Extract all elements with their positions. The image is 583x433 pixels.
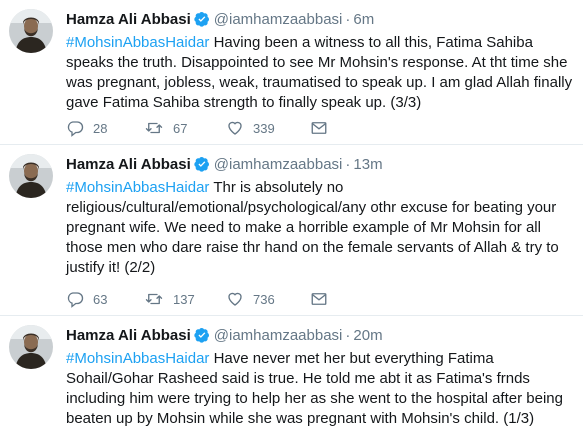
tweet-text: #MohsinAbbasHaidar Having been a witness… [66, 33, 575, 113]
like-button[interactable]: 339 [226, 119, 310, 137]
retweet-count: 67 [173, 120, 188, 136]
avatar[interactable] [9, 9, 53, 53]
retweet-button[interactable]: 137 [144, 290, 226, 308]
separator: · [345, 11, 351, 28]
like-count: 339 [253, 120, 275, 136]
retweet-icon [145, 293, 163, 305]
retweet-button[interactable]: 67 [144, 119, 226, 137]
verified-badge-icon [194, 327, 210, 348]
reply-button[interactable]: 28 [66, 119, 144, 137]
reply-count: 63 [93, 291, 108, 307]
retweet-icon [145, 122, 163, 134]
separator: · [345, 156, 351, 173]
envelope-icon [311, 293, 327, 305]
author-name[interactable]: Hamza Ali Abbasi [66, 156, 191, 173]
avatar[interactable] [9, 154, 53, 198]
direct-message-button[interactable] [310, 119, 328, 137]
like-button[interactable]: 736 [226, 290, 310, 308]
tweet-actions: 28 67 339 [66, 119, 328, 137]
tweet-actions: 63 137 736 [66, 290, 328, 308]
direct-message-button[interactable] [310, 290, 328, 308]
author-handle[interactable]: @iamhamzaabbasi [214, 11, 343, 28]
reply-count: 28 [93, 120, 108, 136]
tweet-timeline: Hamza Ali Abbasi @iamhamzaabbasi · 6m #Mohs… [0, 0, 583, 433]
tweet[interactable]: Hamza Ali Abbasi @iamhamzaabbasi · 13m #Moh… [0, 145, 583, 316]
heart-icon [228, 292, 242, 306]
author-handle[interactable]: @iamhamzaabbasi [214, 156, 343, 173]
heart-icon [228, 121, 242, 135]
tweet[interactable]: Hamza Ali Abbasi @iamhamzaabbasi · 6m #Mohs… [0, 0, 583, 145]
separator: · [345, 327, 351, 344]
author-name[interactable]: Hamza Ali Abbasi [66, 11, 191, 28]
timestamp[interactable]: 6m [353, 11, 374, 28]
reply-icon [67, 292, 84, 308]
reply-icon [67, 121, 84, 137]
hashtag-link[interactable]: #MohsinAbbasHaidar [66, 179, 209, 196]
tweet[interactable]: Hamza Ali Abbasi @iamhamzaabbasi · 20m #Moh… [0, 316, 583, 433]
tweet-text: #MohsinAbbasHaidar Thr is absolutely no … [66, 178, 575, 278]
tweet-text: #MohsinAbbasHaidar Have never met her bu… [66, 349, 575, 429]
like-count: 736 [253, 291, 275, 307]
reply-button[interactable]: 63 [66, 290, 144, 308]
hashtag-link[interactable]: #MohsinAbbasHaidar [66, 34, 209, 51]
verified-badge-icon [194, 11, 210, 32]
author-name[interactable]: Hamza Ali Abbasi [66, 327, 191, 344]
hashtag-link[interactable]: #MohsinAbbasHaidar [66, 350, 209, 367]
envelope-icon [311, 122, 327, 134]
retweet-count: 137 [173, 291, 195, 307]
verified-badge-icon [194, 156, 210, 177]
timestamp[interactable]: 20m [353, 327, 382, 344]
timestamp[interactable]: 13m [353, 156, 382, 173]
avatar[interactable] [9, 325, 53, 369]
author-handle[interactable]: @iamhamzaabbasi [214, 327, 343, 344]
